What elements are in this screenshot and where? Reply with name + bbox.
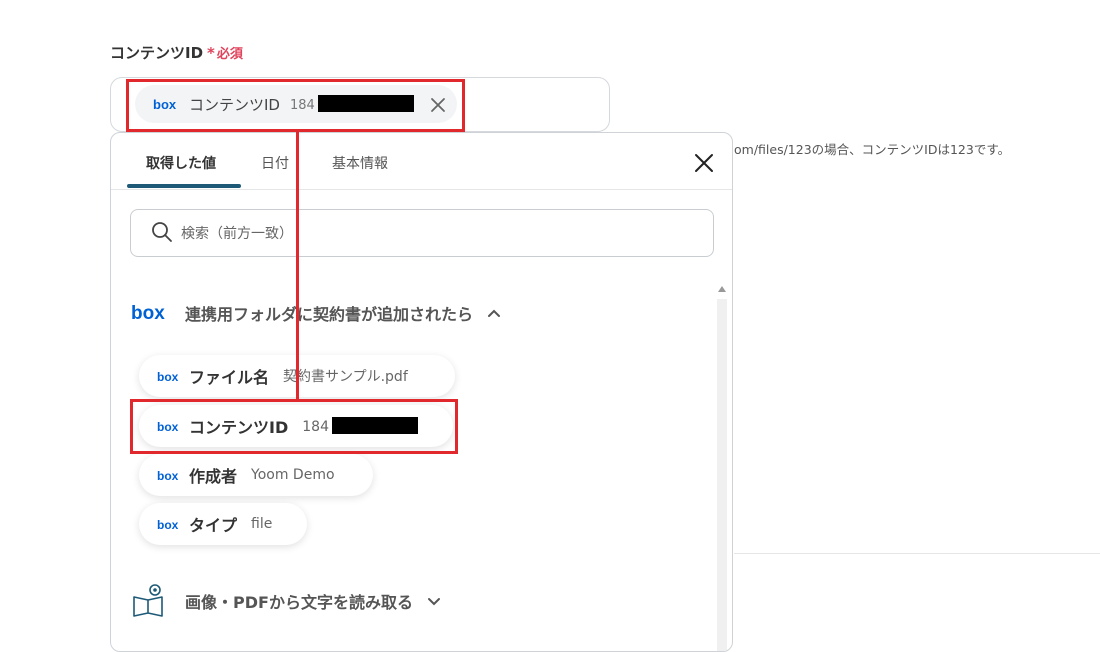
search-input[interactable] xyxy=(179,222,683,246)
tab-retrieved-values[interactable]: 取得した値 xyxy=(146,153,216,173)
book-eye-icon xyxy=(133,584,163,617)
box-logo-icon: box xyxy=(157,469,179,482)
highlight-connector-line xyxy=(296,132,299,399)
scrollbar-track[interactable] xyxy=(717,299,727,651)
highlight-selected-chip xyxy=(126,79,465,132)
svg-text:box: box xyxy=(131,303,165,323)
help-text: om/files/123の場合、コンテンツIDは123です。 xyxy=(734,142,1011,157)
chevron-down-icon xyxy=(427,598,440,606)
scroll-up-arrow-icon[interactable] xyxy=(717,285,727,293)
box-logo-icon: box xyxy=(157,518,179,531)
background-divider xyxy=(734,553,1100,554)
item-label: タイプ xyxy=(189,516,238,535)
section-header-box-trigger[interactable]: box 連携用フォルダに契約書が追加されたら xyxy=(131,301,501,325)
required-text: 必須 xyxy=(216,47,243,62)
box-logo-icon: box xyxy=(131,303,165,323)
required-mark: * xyxy=(207,44,215,62)
item-label: 作成者 xyxy=(189,467,238,486)
tab-date[interactable]: 日付 xyxy=(261,153,289,173)
item-value: file xyxy=(251,516,273,532)
search-icon xyxy=(152,222,172,242)
item-value: Yoom Demo xyxy=(251,467,335,483)
field-label-text: コンテンツID xyxy=(110,44,204,62)
section-title: 連携用フォルダに契約書が追加されたら xyxy=(185,305,474,324)
section-header-ocr[interactable]: 画像・PDFから文字を読み取る xyxy=(131,583,441,619)
field-label: コンテンツID * 必須 xyxy=(110,42,243,63)
item-label: ファイル名 xyxy=(189,368,270,387)
close-icon[interactable] xyxy=(693,152,715,174)
svg-text:box: box xyxy=(157,469,179,482)
box-logo-icon: box xyxy=(157,370,179,383)
svg-text:box: box xyxy=(157,518,179,531)
tab-basic-info[interactable]: 基本情報 xyxy=(332,153,388,173)
highlight-content-id-item xyxy=(130,399,458,454)
svg-text:box: box xyxy=(157,370,179,383)
active-tab-indicator xyxy=(127,184,241,188)
list-item-creator[interactable]: box 作成者 Yoom Demo xyxy=(139,454,373,496)
list-item-type[interactable]: box タイプ file xyxy=(139,503,307,545)
tab-bar: 取得した値 日付 基本情報 xyxy=(111,133,732,190)
search-box xyxy=(130,209,714,257)
value-picker-popup: 取得した値 日付 基本情報 box 連携用フォルダに契約書が追加されたら box… xyxy=(110,132,733,652)
item-value: 契約書サンプル.pdf xyxy=(283,369,408,385)
section-title: 画像・PDFから文字を読み取る xyxy=(185,593,413,612)
chevron-up-icon xyxy=(488,309,501,317)
